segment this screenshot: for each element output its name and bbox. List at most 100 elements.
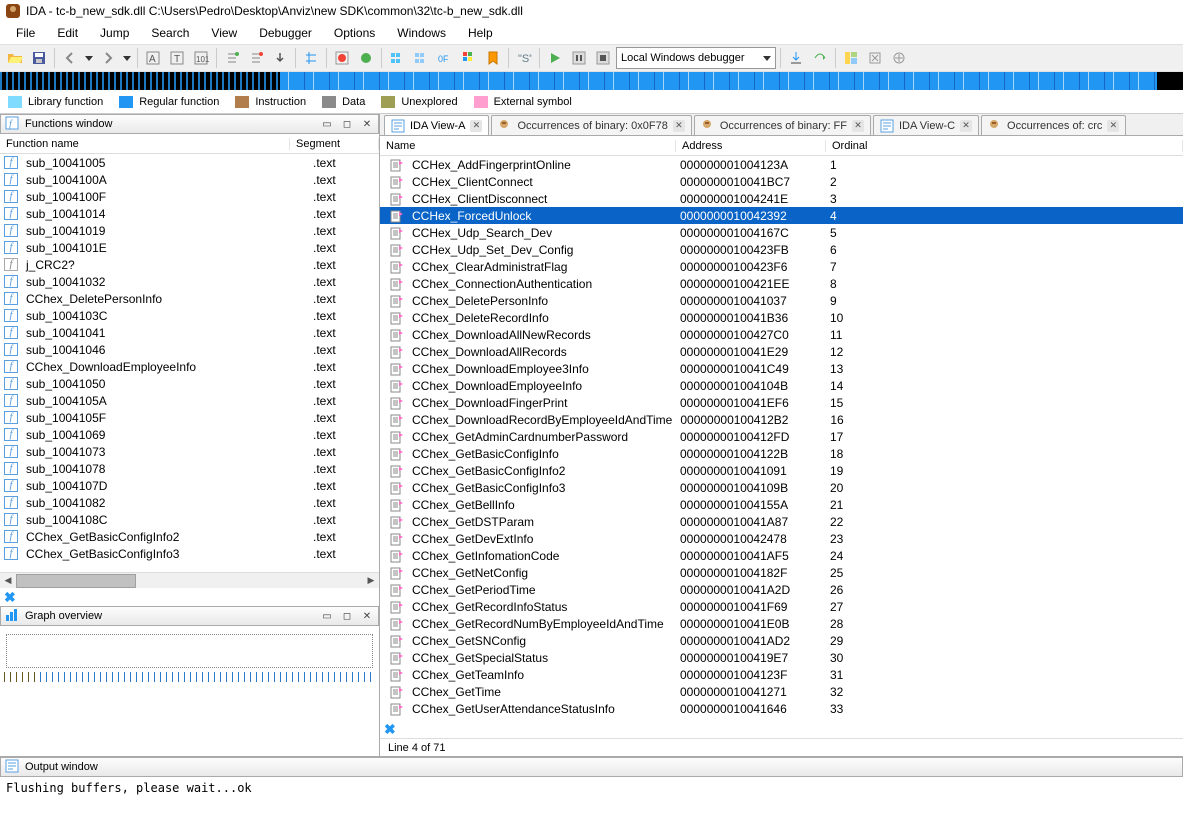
scroll-left-icon[interactable]: ◀ (0, 573, 16, 589)
function-row[interactable]: fCChex_DeletePersonInfo.text (0, 290, 379, 307)
tab-close-icon[interactable]: ✕ (1107, 120, 1119, 132)
export-row[interactable]: CChex_GetDSTParam0000000010041A8722 (380, 513, 1183, 530)
function-row[interactable]: fCChex_GetBasicConfigInfo3.text (0, 545, 379, 562)
export-row[interactable]: CChex_DownloadFingerPrint0000000010041EF… (380, 394, 1183, 411)
export-row[interactable]: CChex_GetTeamInfo000000001004123F31 (380, 666, 1183, 683)
tab-close-icon[interactable]: ✕ (470, 120, 482, 132)
save-icon[interactable] (28, 47, 50, 69)
plugin1-icon[interactable] (864, 47, 886, 69)
back-icon[interactable] (59, 47, 81, 69)
pause-icon[interactable] (568, 47, 590, 69)
function-row[interactable]: fsub_1004107D.text (0, 477, 379, 494)
panel-close-icon[interactable]: ✕ (360, 117, 374, 131)
function-row[interactable]: fsub_10041019.text (0, 222, 379, 239)
panel-close-icon[interactable]: ✕ (360, 609, 374, 623)
forward-menu-icon[interactable] (121, 47, 133, 69)
export-row[interactable]: CChex_GetUserAttendanceStatusInfo0000000… (380, 700, 1183, 717)
step-over-icon[interactable] (809, 47, 831, 69)
tab-close-icon[interactable]: ✕ (852, 120, 864, 132)
export-row[interactable]: CChex_GetTime000000001004127132 (380, 683, 1183, 700)
tab[interactable]: Occurrences of binary: FF✕ (694, 115, 871, 135)
export-row[interactable]: CChex_GetAdminCardnumberPassword00000000… (380, 428, 1183, 445)
export-row[interactable]: CChex_GetBasicConfigInfo000000001004122B… (380, 445, 1183, 462)
bookmark-icon[interactable] (482, 47, 504, 69)
export-row[interactable]: CCHex_Udp_Set_Dev_Config00000000100423FB… (380, 241, 1183, 258)
export-row[interactable]: CChex_GetSpecialStatus00000000100419E730 (380, 649, 1183, 666)
export-row[interactable]: CChex_GetNetConfig000000001004182F25 (380, 564, 1183, 581)
panel-maximize-icon[interactable]: ◻ (340, 609, 354, 623)
graph-overview-body[interactable] (0, 626, 379, 756)
export-row[interactable]: CCHex_ClientDisconnect000000001004241E3 (380, 190, 1183, 207)
output-body[interactable]: Flushing buffers, please wait...ok (0, 777, 1183, 816)
function-row[interactable]: fsub_1004103C.text (0, 307, 379, 324)
marker-t-icon[interactable]: T (166, 47, 188, 69)
forward-icon[interactable] (97, 47, 119, 69)
function-row[interactable]: fsub_1004101E.text (0, 239, 379, 256)
export-row[interactable]: CCHex_ClientConnect0000000010041BC72 (380, 173, 1183, 190)
col-export-ordinal[interactable]: Ordinal (826, 140, 1183, 152)
plugin2-icon[interactable] (888, 47, 910, 69)
binary-icon[interactable]: 101 (190, 47, 212, 69)
function-row[interactable]: fsub_1004100F.text (0, 188, 379, 205)
function-row[interactable]: fj_CRC2?.text (0, 256, 379, 273)
export-row[interactable]: CChex_GetBellInfo000000001004155A21 (380, 496, 1183, 513)
hex-bytes-icon[interactable]: 0F (434, 47, 456, 69)
function-row[interactable]: fsub_10041032.text (0, 273, 379, 290)
menu-file[interactable]: File (6, 24, 45, 42)
menu-debugger[interactable]: Debugger (249, 24, 322, 42)
function-row[interactable]: fsub_10041069.text (0, 426, 379, 443)
export-row[interactable]: CChex_DownloadEmployee3Info0000000010041… (380, 360, 1183, 377)
menu-jump[interactable]: Jump (90, 24, 139, 42)
function-row[interactable]: fsub_10041078.text (0, 460, 379, 477)
step-minus-icon[interactable] (245, 47, 267, 69)
close-x-icon[interactable]: ✖ (384, 721, 396, 738)
exports-list[interactable]: CCHex_AddFingerprintOnline00000000100412… (380, 156, 1183, 720)
layout-icon[interactable] (840, 47, 862, 69)
hex-view-icon[interactable] (386, 47, 408, 69)
record-icon[interactable] (355, 47, 377, 69)
export-row[interactable]: CChex_DownloadRecordByEmployeeIdAndTime0… (380, 411, 1183, 428)
step-plus-icon[interactable] (221, 47, 243, 69)
open-icon[interactable] (4, 47, 26, 69)
close-x-icon[interactable]: ✖ (4, 589, 16, 606)
hex-view2-icon[interactable] (410, 47, 432, 69)
col-export-name[interactable]: Name (380, 140, 676, 152)
menu-edit[interactable]: Edit (47, 24, 88, 42)
export-row[interactable]: CChex_GetRecordNumByEmployeeIdAndTime000… (380, 615, 1183, 632)
tab-close-icon[interactable]: ✕ (960, 120, 972, 132)
run-icon[interactable] (544, 47, 566, 69)
breakpoint-icon[interactable] (331, 47, 353, 69)
export-row[interactable]: CChex_ConnectionAuthentication0000000010… (380, 275, 1183, 292)
menu-view[interactable]: View (201, 24, 247, 42)
export-row[interactable]: CChex_ClearAdministratFlag00000000100423… (380, 258, 1183, 275)
palette-icon[interactable] (458, 47, 480, 69)
tab[interactable]: IDA View-C✕ (873, 115, 979, 135)
function-row[interactable]: fsub_1004100A.text (0, 171, 379, 188)
functions-hscroll[interactable]: ◀ ▶ (0, 572, 379, 588)
function-row[interactable]: fCChex_DownloadEmployeeInfo.text (0, 358, 379, 375)
export-row[interactable]: CChex_DownloadAllNewRecords0000000010042… (380, 326, 1183, 343)
export-row[interactable]: CChex_DeleteRecordInfo0000000010041B3610 (380, 309, 1183, 326)
export-row[interactable]: CChex_GetDevExtInfo000000001004247823 (380, 530, 1183, 547)
export-row[interactable]: CChex_GetBasicConfigInfo2000000001004109… (380, 462, 1183, 479)
back-menu-icon[interactable] (83, 47, 95, 69)
col-function-name[interactable]: Function name (0, 138, 290, 150)
function-row[interactable]: fsub_10041041.text (0, 324, 379, 341)
function-row[interactable]: fsub_10041073.text (0, 443, 379, 460)
menu-options[interactable]: Options (324, 24, 385, 42)
export-row[interactable]: CCHex_Udp_Search_Dev000000001004167C5 (380, 224, 1183, 241)
function-row[interactable]: fsub_10041014.text (0, 205, 379, 222)
panel-minimize-icon[interactable]: ▭ (320, 117, 334, 131)
function-row[interactable]: fsub_1004108C.text (0, 511, 379, 528)
export-row[interactable]: CChex_GetSNConfig0000000010041AD229 (380, 632, 1183, 649)
exports-col-headers[interactable]: Name Address Ordinal (380, 136, 1183, 156)
step-into-icon[interactable] (785, 47, 807, 69)
text-search-icon[interactable]: "S" (513, 47, 535, 69)
function-row[interactable]: fsub_10041082.text (0, 494, 379, 511)
tab[interactable]: Occurrences of binary: 0x0F78✕ (491, 115, 691, 135)
functions-list[interactable]: fsub_10041005.textfsub_1004100A.textfsub… (0, 154, 379, 572)
xref-icon[interactable] (300, 47, 322, 69)
arrow-down-icon[interactable] (269, 47, 291, 69)
col-segment[interactable]: Segment (290, 138, 379, 150)
navigation-band[interactable] (0, 72, 1183, 90)
